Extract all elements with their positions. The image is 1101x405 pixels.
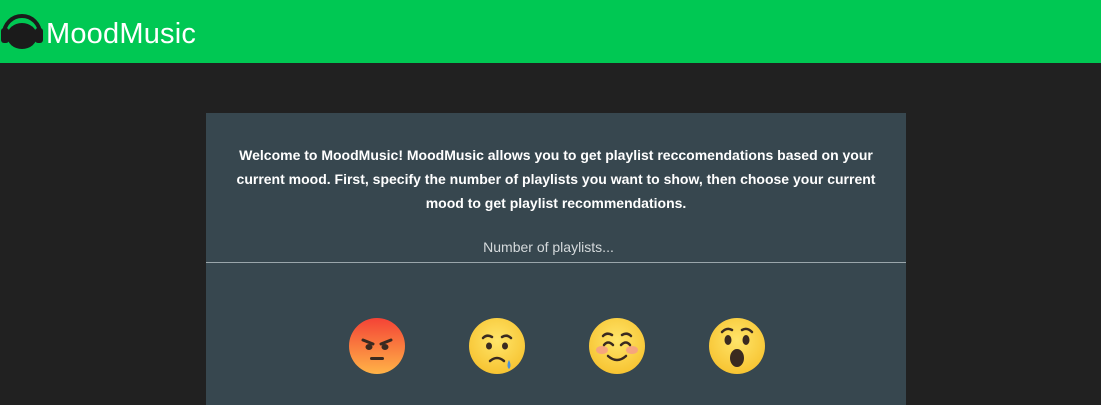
angry-mood-button[interactable]	[347, 316, 407, 376]
surprised-mood-button[interactable]	[707, 316, 767, 376]
mood-panel: Welcome to MoodMusic! MoodMusic allows y…	[206, 113, 906, 405]
playlist-count-input[interactable]	[206, 231, 906, 263]
sad-mood-button[interactable]	[467, 316, 527, 376]
welcome-text: Welcome to MoodMusic! MoodMusic allows y…	[236, 147, 876, 211]
angry-face-icon	[349, 318, 405, 374]
app-title[interactable]: MoodMusic	[46, 16, 196, 52]
surprised-face-icon	[709, 318, 765, 374]
top-app-bar: MoodMusic	[0, 0, 1101, 63]
happy-mood-button[interactable]	[587, 316, 647, 376]
sad-face-icon	[469, 318, 525, 374]
headphones-icon	[1, 14, 43, 49]
happy-face-icon	[589, 318, 645, 374]
